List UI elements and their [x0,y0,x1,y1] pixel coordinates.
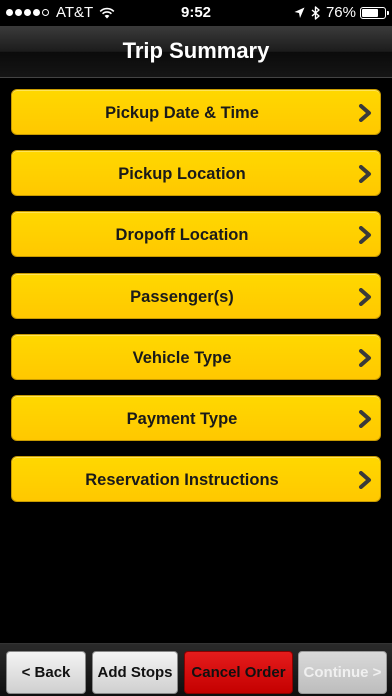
menu-item-label: Pickup Location [118,165,246,184]
bottom-toolbar: < Back Add Stops Cancel Order Continue > [0,643,392,696]
chevron-right-icon [359,409,371,428]
battery-icon [360,6,389,19]
menu-item-pickup-location[interactable]: Pickup Location [11,150,381,197]
menu-item-reservation-instructions[interactable]: Reservation Instructions [11,456,381,503]
chevron-right-icon [359,287,371,306]
add-stops-button[interactable]: Add Stops [92,651,178,694]
menu-item-label: Pickup Date & Time [105,104,259,122]
status-right: 76% [294,4,389,21]
menu-item-dropoff-location[interactable]: Dropoff Location [11,211,381,258]
menu-item-payment-type[interactable]: Payment Type [11,394,381,441]
navigation-bar: Trip Summary [0,26,392,78]
page-title: Trip Summary [122,38,270,63]
menu-item-vehicle-type[interactable]: Vehicle Type [11,333,381,380]
menu-item-label: Passenger(s) [130,287,234,306]
battery-fill [362,8,379,17]
menu-item-label: Dropoff Location [115,226,249,245]
chevron-right-icon [359,471,371,490]
chevron-right-icon [359,104,371,122]
menu-item-label: Payment Type [126,409,238,428]
menu-item-label: Reservation Instructions [85,471,279,490]
trip-summary-menu: Pickup Date & Time Pickup Location Dropo… [11,89,381,517]
battery-percent: 76% [325,4,356,21]
chevron-right-icon [359,165,371,184]
menu-item-label: Vehicle Type [132,348,232,367]
continue-button[interactable]: Continue > [298,651,387,694]
chevron-right-icon [359,348,371,367]
bluetooth-icon [311,5,320,20]
status-bar: AT&T 9:52 76% [0,0,392,26]
location-arrow-icon [294,7,305,18]
chevron-right-icon [359,226,371,245]
menu-item-passengers[interactable]: Passenger(s) [11,272,381,319]
back-button[interactable]: < Back [6,651,86,694]
menu-item-pickup-date-time[interactable]: Pickup Date & Time [11,89,381,135]
cancel-order-button[interactable]: Cancel Order [184,651,293,694]
